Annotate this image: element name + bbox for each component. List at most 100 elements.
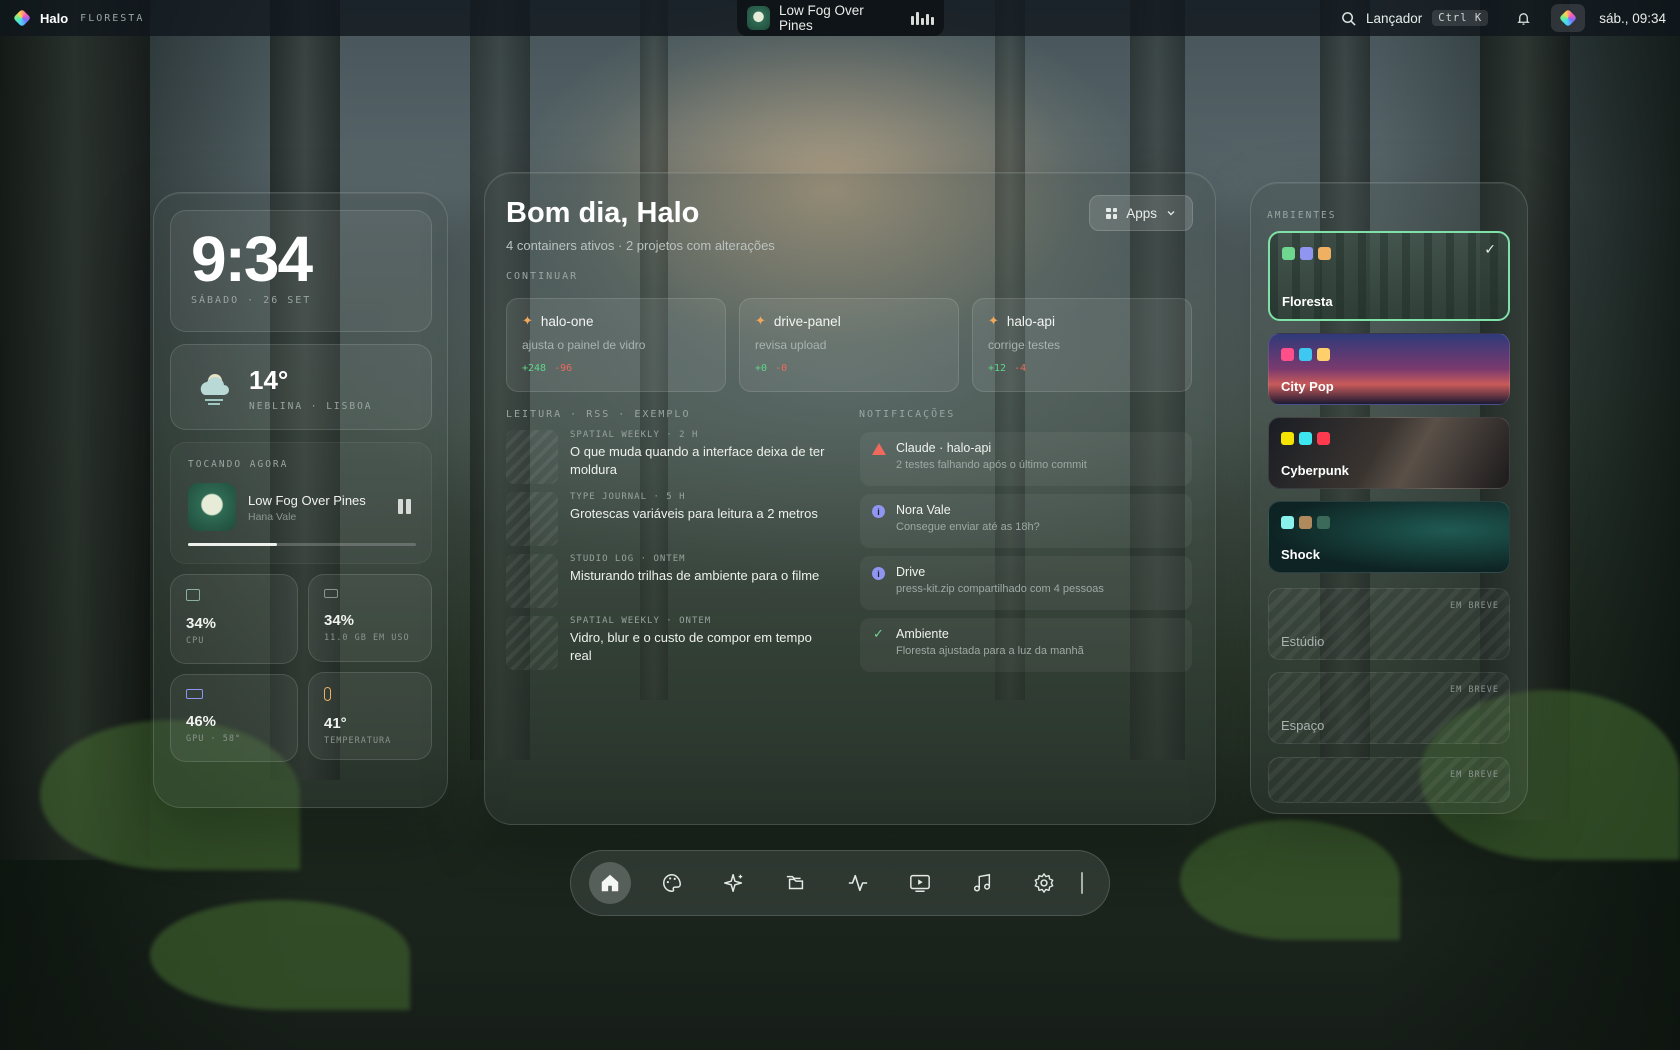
dock-ai-button[interactable] [713,862,755,904]
notification-title: Nora Vale [896,503,951,517]
environment-name: Espaço [1281,718,1325,733]
dock-themes-button[interactable] [651,862,693,904]
gpu-value: 46% [186,713,217,730]
cyberpunk-swatches [1281,432,1330,445]
swatch [1317,348,1330,361]
check-icon: ✓ [873,625,884,641]
feed-thumbnail [506,616,558,670]
sparkle-icon: ✦ [755,313,766,328]
weather-desc: NEBLINA · LISBOA [249,401,373,412]
info-icon: i [872,567,885,580]
continue-name: halo-one [540,313,594,329]
continue-desc: revisa upload [755,338,827,352]
player-artist: Hana Vale [248,511,297,523]
player-progress-track[interactable] [188,543,416,546]
apps-button[interactable]: Apps [1089,195,1193,231]
gpu-label: GPU · 58° [186,734,242,744]
halo-menu-button[interactable] [1551,4,1586,32]
notification-text: 2 testes falhando após o último commit [896,459,1087,471]
launcher-button[interactable]: Lançador [1366,11,1422,26]
dock-music-button[interactable] [961,862,1003,904]
notifications-label: NOTIFICAÇÕES [859,409,956,420]
stat-gpu: 46% GPU · 58° [170,674,298,762]
pause-button[interactable] [398,499,411,514]
environment-name: Shock [1281,547,1321,562]
feed-item[interactable]: STUDIO LOG · ONTEM Misturando trilhas de … [506,554,826,608]
brand-name: Halo [40,10,69,26]
environment-cyberpunk[interactable]: Cyberpunk [1268,417,1510,489]
cloud-sun-icon [200,374,229,405]
apps-grid-icon [1106,207,1118,219]
search-icon[interactable] [1341,11,1356,26]
feed-meta: TYPE JOURNAL · 5 H [570,492,686,502]
stat-memory: 34% 11.0 GB EM USO [308,574,432,662]
cpu-value: 34% [186,615,217,632]
home-icon [601,874,619,892]
feed-title: Grotescas variáveis para leitura a 2 met… [570,506,818,521]
swatch [1281,348,1294,361]
swatch [1299,516,1312,529]
player-track: Low Fog Over Pines [248,493,366,508]
dock-activity-button[interactable] [837,862,879,904]
environment-city-pop[interactable]: City Pop [1268,333,1510,405]
halo-logo-icon[interactable] [12,8,32,28]
page-summary: 4 containers ativos · 2 projetos com alt… [506,238,775,253]
player-progress-fill [188,543,277,546]
swatch [1281,432,1294,445]
citypop-swatches [1281,348,1330,361]
video-icon [910,874,930,892]
notification-item[interactable]: Claude · halo-api 2 testes falhando após… [860,432,1192,486]
environments-label: AMBIENTES [1267,210,1337,221]
environment-floresta[interactable]: ✓ Floresta [1268,231,1510,321]
music-icon [973,873,991,892]
dock-media-button[interactable] [899,862,941,904]
continue-card-halo-api[interactable]: ✦ halo-api corrige testes +12 -4 [972,298,1192,392]
clock-card: 9:34 SÁBADO · 26 SET [170,210,432,332]
page-title: Bom dia, Halo [506,197,700,229]
now-playing-pill[interactable]: Low Fog Over Pines [737,0,944,36]
feed-meta: SPATIAL WEEKLY · 2 H [570,430,699,440]
dock-settings-button[interactable] [1023,862,1065,904]
bell-icon[interactable] [1516,11,1531,26]
swatch [1318,247,1331,260]
memory-icon [324,589,338,598]
feed-item[interactable]: SPATIAL WEEKLY · 2 H O que muda quando a … [506,430,826,484]
weather-card: 14° NEBLINA · LISBOA [170,344,432,430]
continue-name: halo-api [1006,313,1055,329]
activity-icon [848,874,868,892]
swatch [1299,432,1312,445]
top-bar: Halo FLORESTA Low Fog Over Pines Lançado… [0,0,1680,36]
dock-separator [1081,872,1083,894]
notification-title: Drive [896,565,926,579]
feed-item[interactable]: TYPE JOURNAL · 5 H Grotescas variáveis pa… [506,492,826,546]
notification-item[interactable]: i Nora Vale Consegue enviar até as 18h? [860,494,1192,548]
feed-item[interactable]: SPATIAL WEEKLY · ONTEM Vidro, blur e o cu… [506,616,826,670]
dock-files-button[interactable] [775,862,817,904]
shock-swatches [1281,516,1330,529]
environment-shock[interactable]: Shock [1268,501,1510,573]
swatch [1281,516,1294,529]
swatch [1282,247,1295,260]
soon-badge: EM BREVE [1450,685,1499,695]
environment-name: Estúdio [1281,634,1325,649]
continue-label: CONTINUAR [506,271,579,282]
environment-name: Cyberpunk [1281,463,1349,478]
dock-home-button[interactable] [589,862,631,904]
continue-card-halo-one[interactable]: ✦ halo-one ajusta o painel de vidro +248-… [506,298,726,392]
feed-meta: STUDIO LOG · ONTEM [570,554,686,564]
swatch [1317,432,1330,445]
continue-card-drive-panel[interactable]: ✦ drive-panel revisa upload +0 -0 [739,298,959,392]
notification-item[interactable]: i Drive press-kit.zip compartilhado com … [860,556,1192,610]
gpu-icon [186,689,203,699]
lines-added: +12 [988,363,1007,374]
selected-check-icon: ✓ [1484,241,1496,257]
notification-item[interactable]: ✓ Ambiente Floresta ajustada para a luz … [860,618,1192,672]
lines-added: +0 [755,363,768,374]
feed-title: Misturando trilhas de ambiente para o fi… [570,568,820,583]
warning-icon [872,443,886,455]
info-icon: i [872,505,885,518]
notification-title: Claude · halo-api [896,441,992,455]
environment-name: Floresta [1282,294,1333,309]
temperature-value: 41° [324,715,347,732]
environment-soon-3: EM BREVE [1268,757,1510,803]
